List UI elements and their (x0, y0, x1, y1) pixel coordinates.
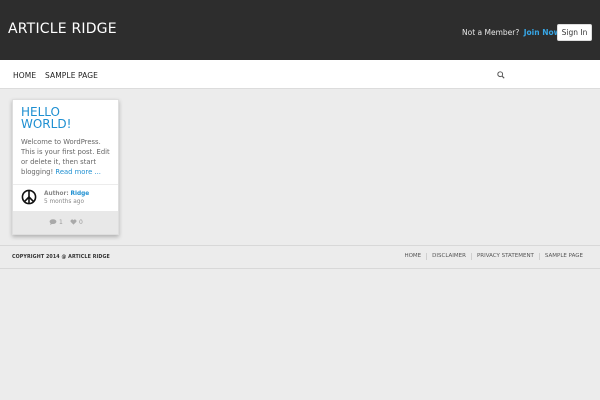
footer-link-disclaimer[interactable]: DISCLAIMER (426, 253, 471, 260)
site-title[interactable]: ARTICLE RIDGE (8, 21, 117, 37)
main-nav: HOME SAMPLE PAGE (0, 60, 600, 89)
peace-sign-icon[interactable] (21, 189, 37, 205)
likes-count: 0 (79, 219, 83, 226)
join-now-link[interactable]: Join Now (524, 28, 561, 37)
copyright-text: COPYRIGHT 2014 @ ARTICLE RIDGE (12, 255, 110, 260)
read-more-link[interactable]: Read more ... (55, 168, 101, 176)
comments-stat[interactable]: 1 (49, 219, 63, 226)
sign-in-button[interactable]: Sign In (557, 24, 592, 41)
footer-link-home[interactable]: HOME (399, 253, 426, 260)
author-link[interactable]: Ridge (71, 191, 90, 197)
site-footer: COPYRIGHT 2014 @ ARTICLE RIDGE HOME DISC… (0, 245, 600, 269)
comments-count: 1 (59, 219, 63, 226)
post-time: 5 months ago (44, 199, 84, 205)
member-prompt-text: Not a Member? (462, 28, 520, 37)
search-icon[interactable] (497, 71, 505, 79)
footer-links: HOME DISCLAIMER PRIVACY STATEMENT SAMPLE… (399, 253, 588, 260)
author-label: Author: (44, 191, 69, 197)
card-footer: 1 0 (13, 211, 118, 234)
heart-icon (70, 219, 77, 225)
post-title[interactable]: HELLO WORLD! (21, 106, 113, 130)
post-card: HELLO WORLD! Welcome to WordPress. This … (12, 99, 119, 235)
top-header: ARTICLE RIDGE Not a Member? Join Now Sig… (0, 0, 600, 60)
post-author: Author: Ridge (44, 191, 89, 197)
footer-link-privacy[interactable]: PRIVACY STATEMENT (470, 253, 539, 260)
nav-item-sample-page[interactable]: SAMPLE PAGE (45, 71, 98, 80)
post-excerpt: Welcome to WordPress. This is your first… (21, 137, 116, 177)
member-prompt: Not a Member? Join Now (462, 28, 561, 37)
likes-stat[interactable]: 0 (70, 219, 83, 226)
card-divider (13, 184, 118, 185)
nav-item-home[interactable]: HOME (13, 71, 36, 80)
footer-link-sample-page[interactable]: SAMPLE PAGE (538, 253, 588, 260)
comment-icon (49, 219, 57, 225)
